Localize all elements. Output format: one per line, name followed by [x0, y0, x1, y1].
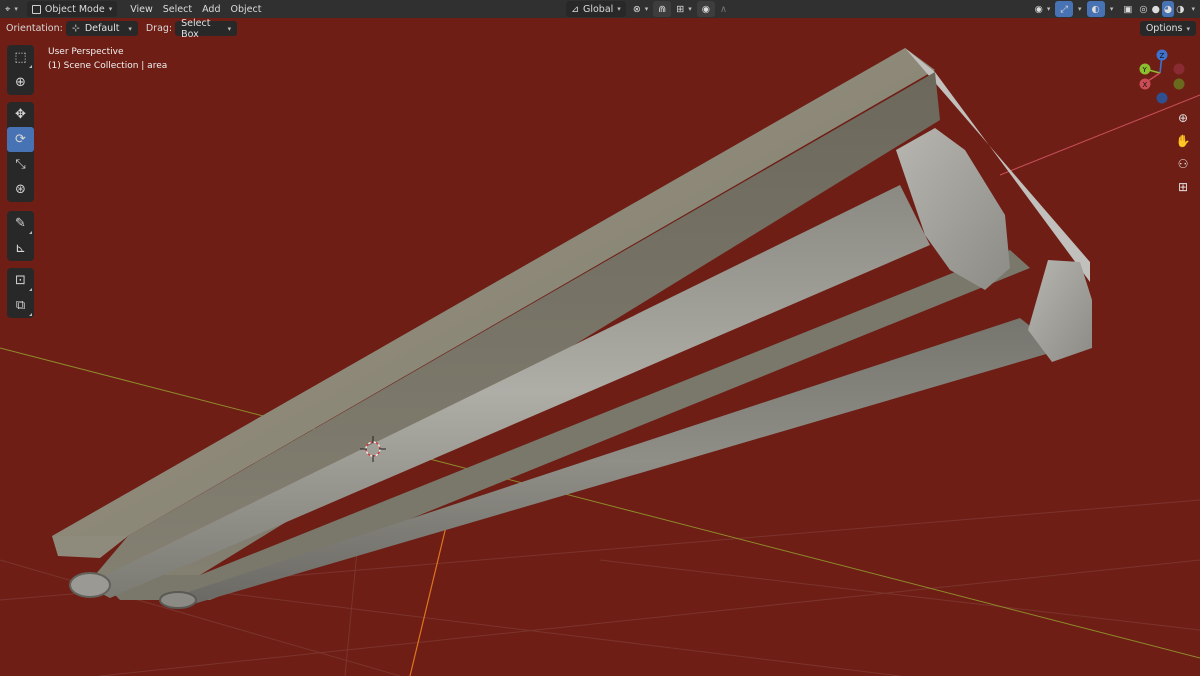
zoom-button[interactable]: ⊕ — [1172, 107, 1194, 129]
menu-view[interactable]: View — [125, 1, 158, 17]
orientation-icon: ⊿ — [571, 3, 579, 15]
transform-orientation-dropdown[interactable]: ⊿ Global ▾ — [566, 1, 626, 17]
header-bar: ⌖ ▾ Object Mode ▾ View Select Add Object ⊿… — [0, 0, 1200, 18]
zoom-icon: ⊕ — [1177, 111, 1189, 125]
measure-icon: ⊾ — [15, 241, 26, 256]
gizmo-dropdown[interactable]: ▾ — [1073, 1, 1087, 17]
view-name: User Perspective — [48, 47, 124, 57]
drag-label: Drag: — [145, 23, 173, 34]
mode-dropdown[interactable]: Object Mode ▾ — [26, 1, 118, 17]
menu-object[interactable]: Object — [226, 1, 267, 17]
tool-measure[interactable]: ⊾ — [7, 236, 34, 261]
toolbar-group-select: ⬚ ⊕ — [7, 45, 34, 95]
viewport-info: User Perspective (1) Scene Collection | … — [48, 45, 167, 73]
orientation-value: Default — [84, 23, 120, 34]
drag-value: Select Box — [181, 17, 211, 40]
menu-select[interactable]: Select — [158, 1, 197, 17]
orientation-dropdown[interactable]: ⊹ Default ▾ — [65, 21, 138, 36]
xray-icon: ▣ — [1123, 3, 1133, 15]
snap-toggle[interactable]: ⋒ — [653, 1, 672, 17]
falloff-icon: ∧ — [720, 3, 728, 15]
tool-transform[interactable]: ⊛ — [7, 177, 34, 202]
scale-icon: ⤡ — [15, 157, 26, 172]
drag-dropdown[interactable]: Select Box ▾ — [175, 18, 238, 40]
tool-cursor[interactable]: ⊕ — [7, 70, 34, 95]
visibility-dropdown[interactable]: ◉ ▾ — [1030, 1, 1056, 17]
collection-info: (1) Scene Collection | area — [48, 61, 168, 71]
cursor-icon: ⊕ — [15, 75, 26, 90]
gizmo-icon: ⤢ — [1060, 3, 1068, 15]
shading-solid-button[interactable]: ● — [1150, 1, 1162, 17]
wireframe-shading-icon: ◎ — [1139, 3, 1148, 15]
annotate-icon: ✎ — [15, 216, 26, 231]
gizmo-x-label: X — [1143, 81, 1148, 89]
rotate-icon: ⟳ — [15, 132, 26, 147]
falloff-dropdown[interactable]: ∧ — [715, 1, 732, 17]
editor-type-button[interactable]: ⌖ ▾ — [0, 1, 23, 17]
toolbar-group-transform: ✥ ⟳ ⤡ ⊛ — [7, 102, 34, 202]
overlay-toggle[interactable]: ◐ — [1086, 1, 1105, 17]
orientation-axes-icon: ⊹ — [71, 23, 80, 34]
camera-view-button[interactable]: ⚇ — [1172, 153, 1194, 175]
3d-viewport-icon: ⌖ — [5, 3, 11, 15]
tool-move[interactable]: ✥ — [7, 102, 34, 127]
tool-select-box[interactable]: ⬚ — [7, 45, 34, 70]
move-icon: ✥ — [15, 107, 26, 122]
snap-target-dropdown[interactable]: ⊞ ▾ — [671, 1, 696, 17]
scale-cage-icon: ⧉ — [15, 298, 26, 313]
tool-settings-bar: Orientation: ⊹ Default ▾ Drag: Select Bo… — [0, 18, 1200, 40]
3d-viewport[interactable]: Z Y X — [0, 0, 1200, 676]
tool-rotate[interactable]: ⟳ — [7, 127, 34, 152]
gizmo-y-label: Y — [1142, 66, 1148, 74]
navigation-gizmo[interactable]: Z Y X — [0, 0, 1200, 676]
toolbar-group-annotate: ✎ ⊾ — [7, 211, 34, 261]
shading-rendered-button[interactable]: ◑ — [1174, 1, 1186, 17]
tool-scale[interactable]: ⤡ — [7, 152, 34, 177]
gizmo-toggle[interactable]: ⤢ — [1055, 1, 1073, 17]
pivot-icon: ⊗ — [632, 3, 641, 15]
shading-dropdown[interactable]: ▾ — [1187, 1, 1200, 17]
toolbar-group-add: ⊡ ⧉ — [7, 268, 34, 318]
pan-button[interactable]: ✋ — [1172, 130, 1194, 152]
menu-add[interactable]: Add — [197, 1, 225, 17]
eye-icon: ◉ — [1034, 3, 1043, 15]
proportional-edit-toggle[interactable]: ◉ — [696, 1, 716, 17]
options-dropdown[interactable]: Options ▾ — [1139, 21, 1196, 36]
select-box-icon: ⬚ — [14, 50, 27, 65]
snap-grid-icon: ⊞ — [676, 3, 685, 15]
orientation-label: Orientation: — [6, 23, 63, 34]
camera-icon: ⚇ — [1177, 157, 1189, 171]
magnet-icon: ⋒ — [658, 3, 667, 15]
transform-orientation-label: Global — [582, 3, 614, 15]
pivot-point-dropdown[interactable]: ⊗ ▾ — [628, 1, 653, 17]
shading-wireframe-button[interactable]: ◎ — [1137, 1, 1149, 17]
proportional-edit-icon: ◉ — [701, 3, 711, 15]
hand-icon: ✋ — [1175, 134, 1191, 148]
mode-label: Object Mode — [44, 3, 105, 15]
transform-icon: ⊛ — [15, 182, 26, 197]
options-label: Options — [1145, 23, 1183, 34]
xray-toggle[interactable]: ▣ — [1118, 1, 1137, 17]
shading-material-button[interactable]: ◕ — [1161, 1, 1175, 17]
grid-perspective-icon: ⊞ — [1177, 180, 1189, 194]
solid-shading-icon: ● — [1151, 3, 1160, 15]
tool-add-cube[interactable]: ⊡ — [7, 268, 34, 293]
material-preview-icon: ◕ — [1163, 3, 1173, 15]
perspective-toggle-button[interactable]: ⊞ — [1172, 176, 1194, 198]
gizmo-z-label: Z — [1160, 52, 1165, 60]
tool-annotate[interactable]: ✎ — [7, 211, 34, 236]
object-mode-icon — [31, 4, 41, 14]
overlay-icon: ◐ — [1091, 3, 1100, 15]
add-cube-icon: ⊡ — [15, 273, 26, 288]
tool-scale-cage[interactable]: ⧉ — [7, 293, 34, 318]
rendered-shading-icon: ◑ — [1176, 3, 1185, 15]
overlay-dropdown[interactable]: ▾ — [1105, 1, 1119, 17]
